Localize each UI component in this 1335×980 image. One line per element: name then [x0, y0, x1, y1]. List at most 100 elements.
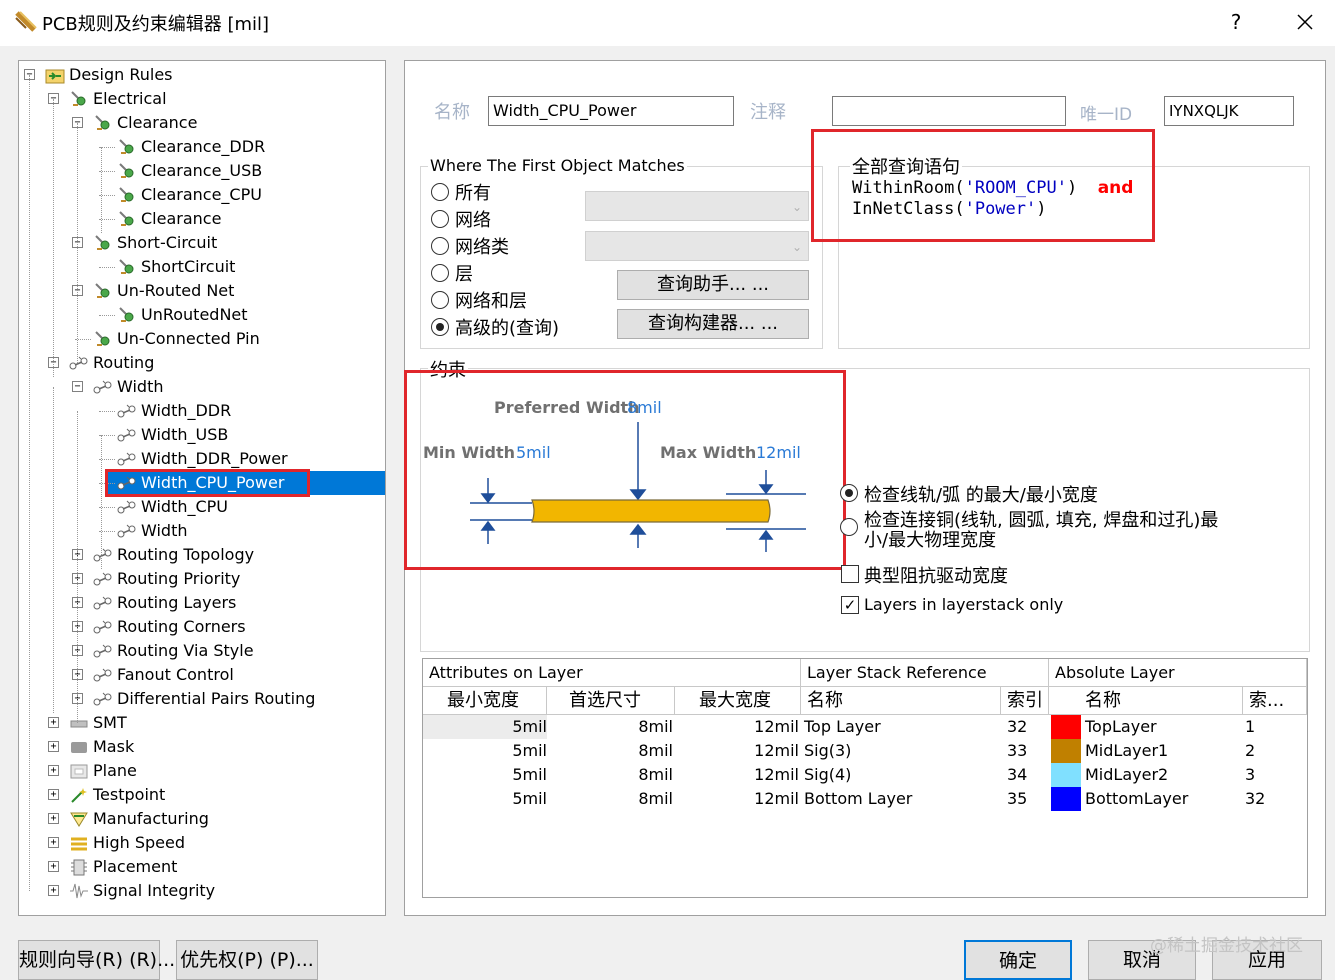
tree-item[interactable]: Clearance_CPU: [19, 183, 385, 207]
netclass-combo[interactable]: ⌄: [585, 231, 809, 261]
tree-item[interactable]: − Un-Routed Net: [19, 279, 385, 303]
tree-item[interactable]: + High Speed: [19, 831, 385, 855]
tree-item[interactable]: Clearance_USB: [19, 159, 385, 183]
tree-item[interactable]: + SMT: [19, 711, 385, 735]
tree-item[interactable]: + Plane: [19, 759, 385, 783]
rule-icon: [71, 91, 86, 106]
tree-item[interactable]: + Manufacturing: [19, 807, 385, 831]
check-track-width-radio[interactable]: [840, 484, 858, 502]
net-combo[interactable]: ⌄: [585, 191, 809, 221]
tree-item[interactable]: Width_USB: [19, 423, 385, 447]
col-stack-name[interactable]: 名称: [801, 687, 1001, 715]
tree-item[interactable]: + Routing Via Style: [19, 639, 385, 663]
close-icon[interactable]: [1290, 9, 1320, 37]
tree-item[interactable]: − Clearance: [19, 111, 385, 135]
cell-min-width[interactable]: 5mil: [423, 787, 547, 811]
tree-expander[interactable]: +: [48, 717, 59, 728]
tree-item[interactable]: + Routing Corners: [19, 615, 385, 639]
check-copper-width-radio[interactable]: [840, 518, 858, 536]
cell-preferred[interactable]: 8mil: [547, 739, 673, 763]
tree-item[interactable]: + Fanout Control: [19, 663, 385, 687]
col-abs-name[interactable]: 名称: [1049, 687, 1243, 715]
signal-integrity-icon: [70, 883, 88, 899]
col-stack-index[interactable]: 索引: [1001, 687, 1049, 715]
match-option-radio[interactable]: [431, 237, 449, 255]
tree-item[interactable]: Un-Connected Pin: [19, 327, 385, 351]
cell-preferred[interactable]: 8mil: [547, 787, 673, 811]
tree-item[interactable]: Clearance: [19, 207, 385, 231]
tree-item[interactable]: − Short-Circuit: [19, 231, 385, 255]
tree-expander[interactable]: +: [48, 861, 59, 872]
ok-button[interactable]: 确定: [964, 940, 1072, 980]
col-max-width[interactable]: 最大宽度: [675, 687, 801, 715]
tree-item[interactable]: + Mask: [19, 735, 385, 759]
match-option-radio[interactable]: [431, 318, 449, 336]
tree-item[interactable]: − Width: [19, 375, 385, 399]
priority-button[interactable]: 优先权(P) (P)...: [176, 940, 318, 980]
tree-item[interactable]: + Testpoint: [19, 783, 385, 807]
col-min-width[interactable]: 最小宽度: [423, 687, 547, 715]
tree-expander[interactable]: +: [48, 813, 59, 824]
match-option-radio[interactable]: [431, 210, 449, 228]
cell-max-width[interactable]: 12mil: [675, 787, 799, 811]
tree-item[interactable]: ShortCircuit: [19, 255, 385, 279]
tree-expander[interactable]: +: [48, 789, 59, 800]
impedance-driven-checkbox[interactable]: [841, 565, 859, 583]
cell-min-width[interactable]: 5mil: [423, 763, 547, 787]
match-option-radio[interactable]: [431, 183, 449, 201]
tree-item[interactable]: Width_DDR: [19, 399, 385, 423]
tree-item[interactable]: − Electrical: [19, 87, 385, 111]
rule-icon: [119, 211, 134, 226]
tree-expander[interactable]: −: [72, 381, 83, 392]
tree-item[interactable]: + Routing Layers: [19, 591, 385, 615]
cell-stack-name: Bottom Layer: [804, 789, 913, 808]
tree-item[interactable]: Clearance_DDR: [19, 135, 385, 159]
title-bar: PCB规则及约束编辑器 [mil] ?: [0, 0, 1335, 46]
tree-item[interactable]: + Signal Integrity: [19, 879, 385, 903]
tree-item[interactable]: Width_CPU: [19, 495, 385, 519]
cell-min-width[interactable]: 5mil: [423, 715, 547, 739]
query-builder-button[interactable]: 查询构建器... ...: [617, 309, 809, 339]
tree-item[interactable]: − Design Rules: [19, 63, 385, 87]
match-option-radio[interactable]: [431, 291, 449, 309]
cell-max-width[interactable]: 12mil: [675, 739, 799, 763]
tree-item-label: Routing Layers: [117, 593, 237, 612]
match-option-label: 网络和层: [455, 291, 527, 312]
col-preferred[interactable]: 首选尺寸: [547, 687, 675, 715]
cell-min-width[interactable]: 5mil: [423, 739, 547, 763]
layerstack-only-checkbox[interactable]: ✓: [841, 596, 859, 614]
tree-expander[interactable]: +: [48, 741, 59, 752]
tree-expander[interactable]: +: [48, 837, 59, 848]
tree-expander[interactable]: +: [48, 885, 59, 896]
tree-item[interactable]: Width_DDR_Power: [19, 447, 385, 471]
tree-item[interactable]: UnRoutedNet: [19, 303, 385, 327]
routing-rule-icon: [93, 572, 112, 586]
help-button[interactable]: ?: [1224, 10, 1248, 34]
tree-item[interactable]: − Routing: [19, 351, 385, 375]
tree-item[interactable]: + Placement: [19, 855, 385, 879]
tree-item[interactable]: + Routing Topology: [19, 543, 385, 567]
tree-item[interactable]: + Differential Pairs Routing: [19, 687, 385, 711]
cell-abs-index: 2: [1245, 741, 1256, 760]
tree-item-label: Width: [141, 521, 188, 540]
cell-max-width[interactable]: 12mil: [675, 715, 799, 739]
rule-wizard-button[interactable]: 规则向导(R) (R)...: [18, 940, 175, 980]
tree-item-label: Width_DDR_Power: [141, 449, 288, 468]
tree-item[interactable]: Width: [19, 519, 385, 543]
cell-abs-index: 3: [1245, 765, 1256, 784]
match-option-radio[interactable]: [431, 264, 449, 282]
tree-item[interactable]: + Routing Priority: [19, 567, 385, 591]
cell-preferred[interactable]: 8mil: [547, 763, 673, 787]
tree-item-label: Clearance_DDR: [141, 137, 266, 156]
col-abs-index[interactable]: 索...: [1243, 687, 1307, 715]
cell-max-width[interactable]: 12mil: [675, 763, 799, 787]
chevron-down-icon: ⌄: [791, 200, 802, 214]
cell-preferred[interactable]: 8mil: [547, 715, 673, 739]
comment-field[interactable]: [832, 96, 1066, 126]
tree-expander[interactable]: +: [48, 765, 59, 776]
name-field[interactable]: Width_CPU_Power: [488, 96, 734, 126]
query-helper-button[interactable]: 查询助手... ...: [617, 270, 809, 300]
tree-item-label: Electrical: [93, 89, 167, 108]
tree-connector: [99, 315, 115, 316]
unique-id-field[interactable]: IYNXQLJK: [1164, 96, 1294, 126]
